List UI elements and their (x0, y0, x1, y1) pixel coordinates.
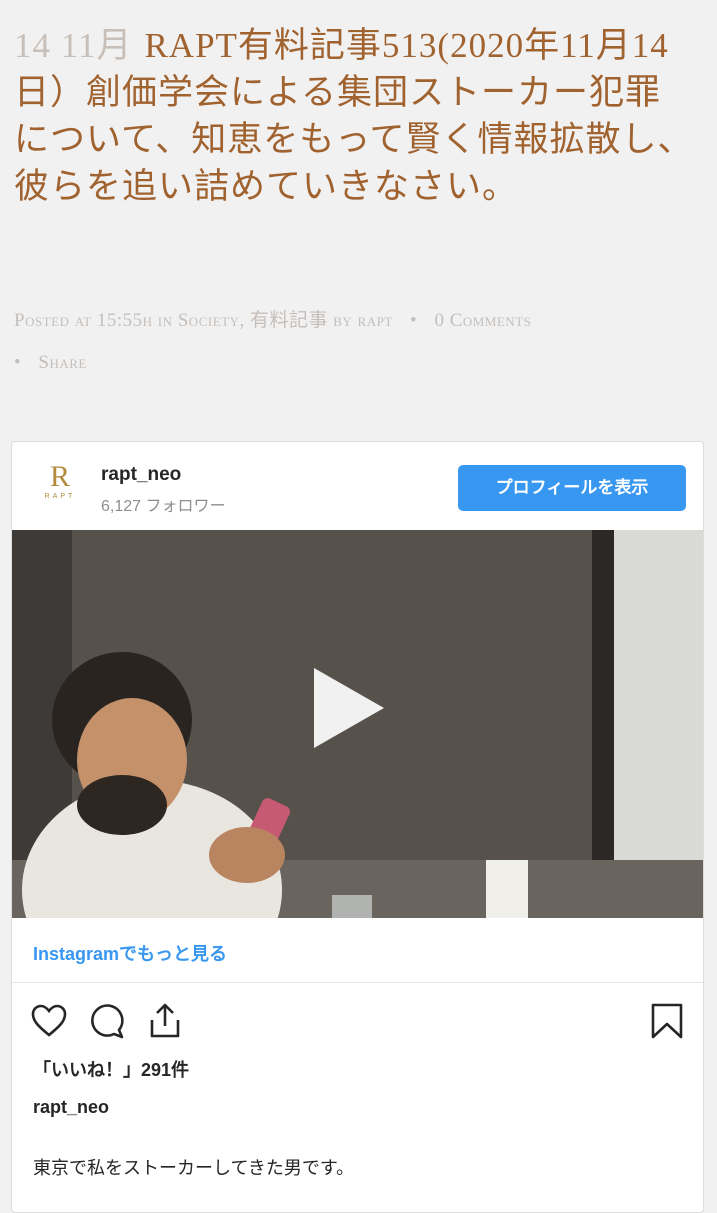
view-more-link[interactable]: Instagramでもっと見る (33, 940, 227, 966)
bookmark-icon[interactable] (648, 1002, 686, 1040)
separator-dot: • (410, 310, 418, 331)
divider (12, 982, 703, 983)
meta-prefix: Posted at 15:55h in (14, 310, 173, 331)
author-link[interactable]: rapt (358, 310, 393, 331)
category-link-paid[interactable]: 有料記事 (250, 310, 328, 331)
post-title: 14 11月 RAPT有料記事513(2020年11月14日）創価学会による集団ス… (14, 22, 694, 210)
instagram-embed: R RAPT rapt_neo 6,127 フォロワー プロフィールを表示 In… (11, 441, 704, 1213)
category-link-society[interactable]: Society, (178, 310, 245, 331)
like-count[interactable]: 「いいね！」291件 (33, 1056, 189, 1082)
separator-dot: • (14, 352, 22, 373)
post-caption: 東京で私をストーカーしてきた男です。 (33, 1158, 355, 1178)
profile-username[interactable]: rapt_neo (101, 464, 181, 486)
heart-icon[interactable] (30, 1002, 68, 1040)
profile-logo[interactable]: R RAPT (40, 462, 80, 510)
post-username[interactable]: rapt_neo (33, 1097, 109, 1118)
view-profile-button[interactable]: プロフィールを表示 (458, 465, 686, 511)
comments-link[interactable]: 0 Comments (434, 310, 531, 331)
logo-text: RAPT (44, 493, 76, 500)
post-date: 14 11月 (14, 26, 133, 65)
share-link[interactable]: Share (38, 352, 86, 373)
video-player[interactable] (12, 530, 703, 918)
comment-icon[interactable] (88, 1002, 126, 1040)
meta-by: by (333, 310, 353, 331)
share-icon[interactable] (146, 1002, 184, 1040)
post-meta: Posted at 15:55h in Society, 有料記事 by rap… (14, 300, 704, 384)
logo-letter: R (49, 460, 70, 493)
follower-count: 6,127 フォロワー (101, 498, 226, 515)
play-icon[interactable] (314, 668, 384, 748)
